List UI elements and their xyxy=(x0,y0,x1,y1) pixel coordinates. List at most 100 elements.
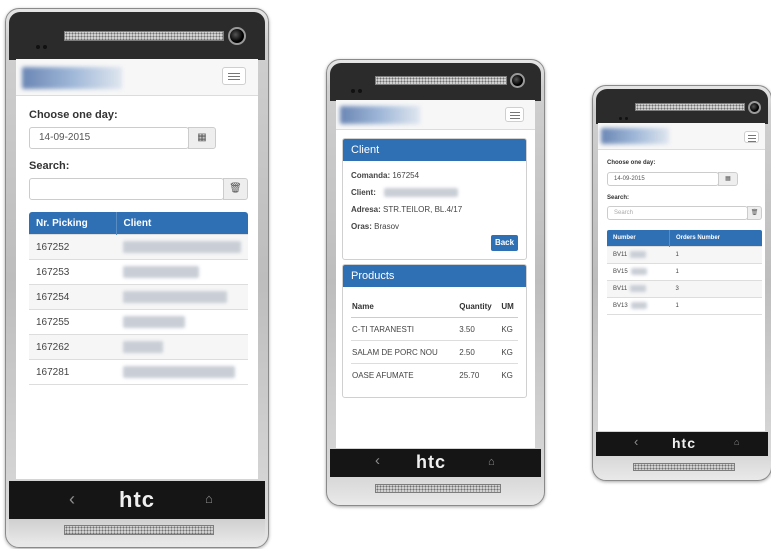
oras-label: Oras: xyxy=(351,222,372,231)
column-header-number: Number xyxy=(607,230,670,247)
camera-icon xyxy=(228,27,246,45)
column-header-orders-number: Orders Number xyxy=(669,230,762,247)
camera-icon xyxy=(510,73,525,88)
product-um-cell: KG xyxy=(500,363,518,386)
phone-middle-nav-bar: ‹ htc ⌂ xyxy=(330,449,541,477)
trash-icon: 🗑 xyxy=(750,210,759,216)
orders-cell: 3 xyxy=(669,280,762,298)
home-icon[interactable]: ⌂ xyxy=(734,437,739,447)
hamburger-menu-icon[interactable] xyxy=(222,67,246,85)
table-row[interactable]: BV15 1 xyxy=(607,263,762,281)
product-name-cell: SALAM DE PORC NOU xyxy=(351,340,459,364)
nr-picking-cell: 167253 xyxy=(29,259,116,285)
trash-icon: 🗑 xyxy=(229,183,242,194)
phone-right-nav-bar: ‹ htc ⌂ xyxy=(596,432,768,456)
table-row[interactable]: 167281 xyxy=(29,359,248,385)
date-input[interactable]: 14-09-2015 xyxy=(607,172,719,186)
calendar-button[interactable]: ▦ xyxy=(718,172,738,186)
hamburger-menu-icon[interactable] xyxy=(505,107,524,122)
orders-cell: 1 xyxy=(669,297,762,315)
products-panel: Products Name Quantity UM C-TI TARANESTI… xyxy=(342,264,527,398)
search-placeholder: Search xyxy=(614,210,634,216)
products-table: Name Quantity UM C-TI TARANESTI 3.50 KG SA… xyxy=(351,295,518,386)
htc-logo: htc xyxy=(119,487,155,512)
client-label: Client: xyxy=(351,188,376,197)
product-name-cell: C-TI TARANESTI xyxy=(351,317,459,341)
table-row[interactable]: BV13 1 xyxy=(607,297,762,315)
home-icon[interactable]: ⌂ xyxy=(488,456,495,468)
nr-picking-cell: 167262 xyxy=(29,334,116,360)
phone-left-nav-bar: ‹ htc ⌂ xyxy=(9,481,265,519)
table-row[interactable]: BV11 3 xyxy=(607,280,762,298)
client-cell-redacted xyxy=(116,234,248,260)
oras-value: Brasov xyxy=(374,222,400,231)
client-cell-redacted xyxy=(116,284,248,310)
nr-picking-cell: 167281 xyxy=(29,359,116,385)
speaker-grille-icon xyxy=(633,463,735,471)
comanda-label: Comanda: xyxy=(351,171,391,180)
table-row: OASE AFUMATE 25.70 KG xyxy=(351,363,518,386)
products-panel-title: Products xyxy=(343,265,526,287)
phone-right: Choose one day: 14-09-2015 ▦ Search: Sea… xyxy=(592,85,771,481)
calendar-icon: ▦ xyxy=(725,176,731,182)
number-cell: BV11 xyxy=(607,280,670,298)
date-value: 14-09-2015 xyxy=(614,176,645,182)
column-header-nr-picking: Nr. Picking xyxy=(29,212,116,235)
column-header-client: Client xyxy=(115,212,248,235)
adresa-line: Adresa: STR.TEILOR, BL.4/17 xyxy=(351,205,462,214)
column-header-um: UM xyxy=(500,295,518,318)
speaker-grille-icon xyxy=(64,31,224,41)
table-row[interactable]: 167255 xyxy=(29,309,248,335)
calendar-icon: ▦ xyxy=(197,132,207,143)
camera-icon xyxy=(748,101,761,114)
clear-search-button[interactable]: 🗑 xyxy=(747,206,762,220)
table-row[interactable]: 167252 xyxy=(29,234,248,260)
number-cell: BV13 xyxy=(607,297,670,315)
date-value: 14-09-2015 xyxy=(39,132,91,143)
app-header xyxy=(336,100,535,130)
sensor-dots-icon xyxy=(36,36,50,54)
client-panel: Client Comanda: 167254 Client: Adresa: S… xyxy=(342,138,527,260)
client-panel-title: Client xyxy=(343,139,526,161)
app-header xyxy=(598,123,765,150)
date-input[interactable]: 14-09-2015 xyxy=(29,127,189,149)
speaker-grille-icon xyxy=(64,525,214,535)
table-row[interactable]: 167254 xyxy=(29,284,248,310)
number-value: BV11 xyxy=(613,286,628,293)
back-arrow-icon[interactable]: ‹ xyxy=(375,452,380,469)
sensor-dots-icon xyxy=(351,80,365,98)
product-quantity-cell: 2.50 xyxy=(458,340,501,364)
search-input[interactable]: Search xyxy=(607,206,748,220)
orders-cell: 1 xyxy=(669,246,762,264)
table-header-row: Nr. Picking Client xyxy=(29,212,248,235)
htc-logo: htc xyxy=(416,452,446,472)
back-arrow-icon[interactable]: ‹ xyxy=(69,489,75,510)
phone-middle: Client Comanda: 167254 Client: Adresa: S… xyxy=(326,59,545,506)
search-input[interactable] xyxy=(29,178,224,200)
product-quantity-cell: 3.50 xyxy=(458,317,501,341)
home-icon[interactable]: ⌂ xyxy=(205,491,213,506)
table-header-row: Number Orders Number xyxy=(607,230,762,247)
table-row[interactable]: 167253 xyxy=(29,259,248,285)
phone-left: Choose one day: 14-09-2015 ▦ Search: 🗑 N… xyxy=(5,8,269,548)
table-row[interactable]: 167262 xyxy=(29,334,248,360)
back-button[interactable]: Back xyxy=(491,235,518,251)
clear-search-button[interactable]: 🗑 xyxy=(223,178,248,200)
choose-day-label: Choose one day: xyxy=(607,160,656,166)
phone-left-screen: Choose one day: 14-09-2015 ▦ Search: 🗑 N… xyxy=(16,59,258,479)
htc-logo: htc xyxy=(672,435,696,451)
client-cell-redacted xyxy=(116,259,248,285)
table-row: C-TI TARANESTI 3.50 KG xyxy=(351,317,518,341)
orders-table: Number Orders Number BV11 1 BV15 1 BV11 3 B… xyxy=(607,230,762,315)
app-header xyxy=(16,59,258,96)
table-row[interactable]: BV11 1 xyxy=(607,246,762,264)
brand-logo xyxy=(22,67,122,89)
nr-picking-cell: 167254 xyxy=(29,284,116,310)
choose-day-label: Choose one day: xyxy=(29,109,118,121)
client-cell-redacted xyxy=(116,334,248,360)
hamburger-menu-icon[interactable] xyxy=(744,131,759,143)
column-header-quantity: Quantity xyxy=(458,295,501,318)
back-arrow-icon[interactable]: ‹ xyxy=(634,434,638,449)
number-value: BV15 xyxy=(613,269,628,276)
calendar-button[interactable]: ▦ xyxy=(188,127,216,149)
